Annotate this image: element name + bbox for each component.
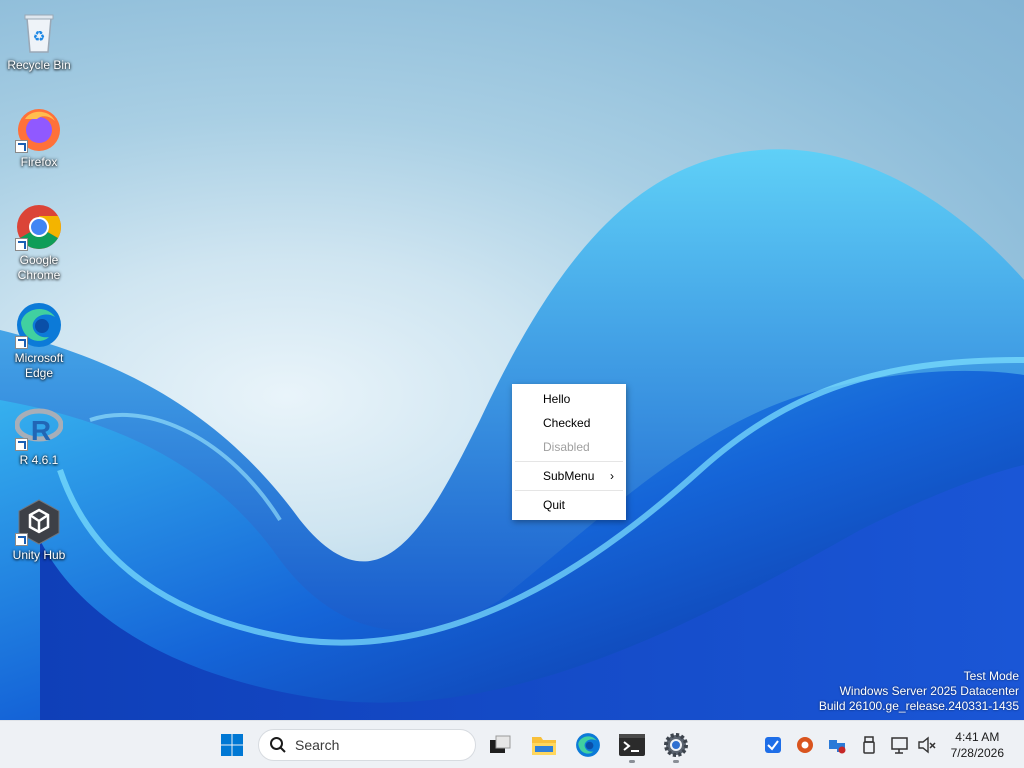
volume-muted-icon[interactable] <box>917 735 937 755</box>
shortcut-arrow-icon <box>15 533 28 546</box>
clock-date: 7/28/2026 <box>950 746 1004 760</box>
desktop-icon-label: Firefox <box>20 155 58 169</box>
edge-icon <box>15 301 63 349</box>
clock-time: 4:41 AM <box>955 730 1000 744</box>
firefox-icon <box>15 105 63 153</box>
display-tray-icon[interactable] <box>891 735 911 755</box>
menu-item-label: SubMenu <box>543 469 595 483</box>
file-explorer-button[interactable] <box>524 725 564 765</box>
menu-item-label: Quit <box>543 498 566 512</box>
menu-separator <box>515 461 623 462</box>
desktop-icon-unity-hub[interactable]: Unity Hub <box>4 494 74 580</box>
menu-separator <box>515 490 623 491</box>
settings-button[interactable] <box>656 725 696 765</box>
shortcut-arrow-icon <box>15 238 28 251</box>
task-view-button[interactable] <box>480 725 520 765</box>
recycle-bin-icon: ♻ <box>15 8 63 56</box>
running-indicator <box>673 760 679 763</box>
tray-context-menu: Hello Checked Disabled SubMenu › Quit <box>512 384 626 520</box>
taskbar-clock[interactable]: 4:41 AM 7/28/2026 <box>951 729 1004 761</box>
taskbar: Search 4:41 AM 7/28/2026 <box>0 720 1024 768</box>
desktop-icon-label: Unity Hub <box>12 548 66 562</box>
terminal-icon <box>619 734 645 756</box>
edge-icon <box>576 733 600 757</box>
desktop-icon-recycle-bin[interactable]: ♻ Recycle Bin <box>4 4 74 90</box>
menu-item-label: Hello <box>543 392 571 406</box>
start-button[interactable] <box>212 725 252 765</box>
menu-item-checked[interactable]: Checked <box>512 411 626 435</box>
menu-item-label: Checked <box>543 416 591 430</box>
desktop-icon-label: Google Chrome <box>17 253 61 282</box>
edge-taskbar-button[interactable] <box>568 725 608 765</box>
terminal-button[interactable] <box>612 725 652 765</box>
menu-item-hello[interactable]: Hello <box>512 387 626 411</box>
chrome-icon <box>15 203 63 251</box>
desktop-icon-chrome[interactable]: Google Chrome <box>4 199 74 285</box>
usb-tray-icon[interactable] <box>859 735 879 755</box>
unity-hub-icon <box>15 498 63 546</box>
svg-text:R: R <box>31 415 51 446</box>
app-tray-icon[interactable] <box>795 735 815 755</box>
menu-item-quit[interactable]: Quit <box>512 493 626 517</box>
file-explorer-icon <box>532 737 556 755</box>
start-icon <box>221 734 243 756</box>
watermark-line: Build 26100.ge_release.240331-1435 <box>818 699 1019 713</box>
running-indicator <box>629 760 635 763</box>
submenu-arrow-icon: › <box>610 469 614 483</box>
menu-item-submenu[interactable]: SubMenu › <box>512 464 626 488</box>
svg-text:♻: ♻ <box>33 29 46 45</box>
shortcut-arrow-icon <box>15 140 28 153</box>
checkbox-tray-icon[interactable] <box>763 735 783 755</box>
watermark-line: Test Mode <box>963 669 1019 683</box>
desktop[interactable]: ♻ Recycle Bin Firefox Google Chrome Micr… <box>0 0 1024 720</box>
desktop-icon-r[interactable]: R R 4.6.1 <box>4 399 74 485</box>
taskbar-search-box[interactable]: Search <box>258 729 476 761</box>
task-view-icon <box>490 735 511 753</box>
shortcut-arrow-icon <box>15 336 28 349</box>
test-mode-watermark: Test Mode Windows Server 2025 Datacenter… <box>819 669 1019 714</box>
search-placeholder: Search <box>295 737 340 753</box>
network-share-tray-icon[interactable] <box>827 735 847 755</box>
wallpaper-bloom <box>0 149 1024 720</box>
desktop-icon-label: Microsoft Edge <box>14 351 64 380</box>
settings-icon <box>664 733 688 757</box>
menu-item-label: Disabled <box>543 440 590 454</box>
desktop-icon-firefox[interactable]: Firefox <box>4 101 74 187</box>
desktop-icon-label: Recycle Bin <box>7 58 71 72</box>
menu-item-disabled: Disabled <box>512 435 626 459</box>
desktop-icon-label: R 4.6.1 <box>19 453 59 467</box>
search-icon <box>270 737 286 753</box>
desktop-icon-edge[interactable]: Microsoft Edge <box>4 297 74 383</box>
r-icon: R <box>14 403 64 451</box>
shortcut-arrow-icon <box>15 438 28 451</box>
watermark-line: Windows Server 2025 Datacenter <box>839 684 1019 698</box>
